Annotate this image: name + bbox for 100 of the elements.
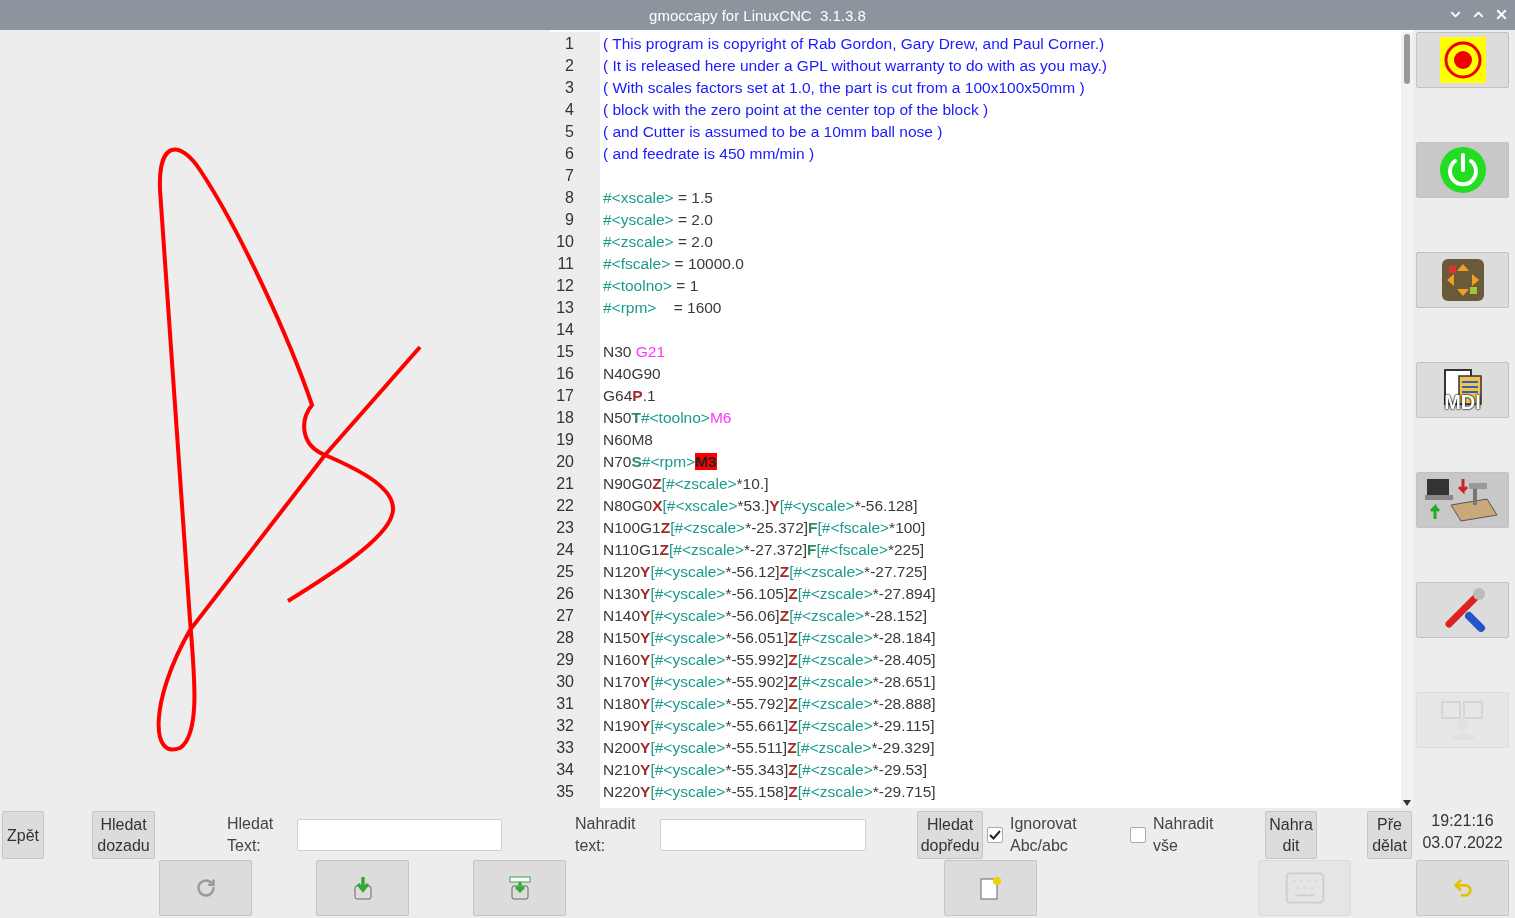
code-line: N150Y[#<yscale>*-56.051]Z[#<zscale>*-28.184]: [603, 628, 936, 648]
code-line: N70S#<rpm>M3: [603, 452, 717, 472]
back-button[interactable]: Zpět: [2, 811, 44, 859]
new-file-icon: [979, 876, 1002, 900]
sidebar-button[interactable]: MDI: [1416, 362, 1509, 418]
code-line: G64P.1: [603, 386, 656, 406]
replace-field[interactable]: [660, 819, 866, 851]
line-number: 16: [555, 364, 575, 384]
code-line: N180Y[#<yscale>*-55.792]Z[#<zscale>*-28.888]: [603, 694, 936, 714]
code-line: N220Y[#<yscale>*-55.158]Z[#<zscale>*-29.715]: [603, 782, 936, 802]
line-number: 25: [555, 562, 575, 582]
save-as-icon: [508, 876, 531, 900]
code-line: ( With scales factors set at 1.0, the part is cut from a 100x100x50mm ): [603, 78, 1085, 98]
toolbar-button[interactable]: [944, 860, 1037, 916]
line-number: 32: [555, 716, 575, 736]
search-forward-button[interactable]: Hledat dopředu: [917, 811, 983, 859]
code-line: N130Y[#<yscale>*-56.105]Z[#<zscale>*-27.894]: [603, 584, 936, 604]
toolbar-button[interactable]: [159, 860, 252, 916]
line-number: 24: [555, 540, 575, 560]
emergency-stop-icon: [1439, 37, 1486, 83]
code-line: #<toolno> = 1: [603, 276, 699, 296]
line-number: 21: [555, 474, 575, 494]
code-line: ( and Cutter is assumed to be a 10mm ball nose ): [603, 122, 943, 142]
code-line: N100G1Z[#<zscale>*-25.372]F[#<fscale>*100]: [603, 518, 926, 538]
code-line: ( block with the zero point at the center top of the block ): [603, 100, 989, 120]
line-number: 34: [555, 760, 575, 780]
close-icon[interactable]: [1494, 7, 1509, 22]
line-number: 22: [555, 496, 575, 516]
code-line: ( It is released here under a GPL without warranty to do with as you may.): [603, 56, 1107, 76]
code-line: N170Y[#<yscale>*-55.902]Z[#<zscale>*-28.651]: [603, 672, 936, 692]
line-number: 12: [555, 276, 575, 296]
clock-time: 19:21:16: [1431, 811, 1494, 831]
line-number: 28: [555, 628, 575, 648]
checkbox-label: Ignorovat Abc/abc: [1010, 814, 1078, 856]
search-label: Hledat Text:: [227, 814, 275, 856]
reload-icon: [195, 878, 216, 898]
code-line: N120Y[#<yscale>*-56.12]Z[#<zscale>*-27.725]: [603, 562, 928, 582]
line-number: 5: [564, 122, 575, 142]
scroll-down-icon[interactable]: [1403, 800, 1411, 806]
sidebar-button[interactable]: [1416, 32, 1509, 88]
line-number: 23: [555, 518, 575, 538]
toolbar-button[interactable]: [316, 860, 409, 916]
code-line: #<fscale> = 10000.0: [603, 254, 744, 274]
line-number: 14: [555, 320, 575, 340]
line-number: 19: [555, 430, 575, 450]
line-number: 30: [555, 672, 575, 692]
toolbar-button[interactable]: [473, 860, 566, 916]
undo-button[interactable]: [1416, 860, 1509, 916]
sidebar-button[interactable]: [1416, 582, 1509, 638]
redo-button[interactable]: Pře dělat: [1367, 811, 1412, 859]
line-number: 20: [555, 452, 575, 472]
line-number: 31: [555, 694, 575, 714]
line-number: 26: [555, 584, 575, 604]
checkbox[interactable]: [1130, 827, 1146, 843]
line-number: 7: [564, 166, 575, 186]
clock-date: 03.07.2022: [1422, 833, 1503, 853]
line-number: 13: [555, 298, 575, 318]
code-editor[interactable]: [550, 30, 1413, 808]
checkbox[interactable]: [987, 827, 1003, 843]
line-number: 10: [555, 232, 575, 252]
code-line: N160Y[#<yscale>*-55.992]Z[#<zscale>*-28.405]: [603, 650, 936, 670]
line-number: 1: [564, 34, 575, 54]
code-line: N140Y[#<yscale>*-56.06]Z[#<zscale>*-28.152]: [603, 606, 928, 626]
line-number: 27: [555, 606, 575, 626]
code-line: ( This program is copyright of Rab Gordon, Gary Drew, and Paul Corner.): [603, 34, 1105, 54]
scroll-thumb[interactable]: [1404, 34, 1410, 84]
code-line: N30 G21: [603, 342, 666, 362]
code-line: #<xscale> = 1.5: [603, 188, 713, 208]
code-line: N80G0X[#<xscale>*53.]Y[#<yscale>*-56.128]: [603, 496, 918, 516]
code-line: #<zscale> = 2.0: [603, 232, 713, 252]
code-line: ( and feedrate is 450 mm/min ): [603, 144, 815, 164]
line-number: 11: [556, 254, 575, 274]
line-number: 9: [564, 210, 575, 230]
sidebar-button[interactable]: [1416, 252, 1509, 308]
code-line: N190Y[#<yscale>*-55.661]Z[#<zscale>*-29.115]: [603, 716, 935, 736]
replace-button[interactable]: Nahra dit: [1265, 811, 1317, 859]
code-line: N60M8: [603, 430, 653, 450]
undo-icon: [1451, 877, 1474, 899]
code-line: #<rpm> = 1600: [603, 298, 722, 318]
line-number: 8: [564, 188, 575, 208]
search-back-button[interactable]: Hledat dozadu: [92, 811, 155, 859]
replace-label: Nahradit text:: [575, 814, 637, 856]
line-number: 18: [555, 408, 575, 428]
line-number: 33: [555, 738, 575, 758]
scrollbar[interactable]: [1401, 32, 1413, 808]
line-number: 6: [564, 144, 575, 164]
checkbox-label: Nahradit vše: [1153, 814, 1215, 856]
line-number: 15: [555, 342, 575, 362]
power-icon: [1438, 146, 1487, 194]
code-line: #<yscale> = 2.0: [603, 210, 713, 230]
jog-arrows-icon: [1441, 259, 1484, 301]
save-icon: [352, 876, 373, 900]
line-number: 2: [564, 56, 575, 76]
line-number: 35: [555, 782, 575, 802]
line-number: 29: [555, 650, 575, 670]
code-line: N210Y[#<yscale>*-55.343]Z[#<zscale>*-29.53]: [603, 760, 928, 780]
code-line: N110G1Z[#<zscale>*-27.372]F[#<fscale>*225]: [603, 540, 925, 560]
line-number: 3: [564, 78, 575, 98]
sidebar-button[interactable]: [1416, 472, 1509, 528]
search-field[interactable]: [297, 819, 502, 851]
